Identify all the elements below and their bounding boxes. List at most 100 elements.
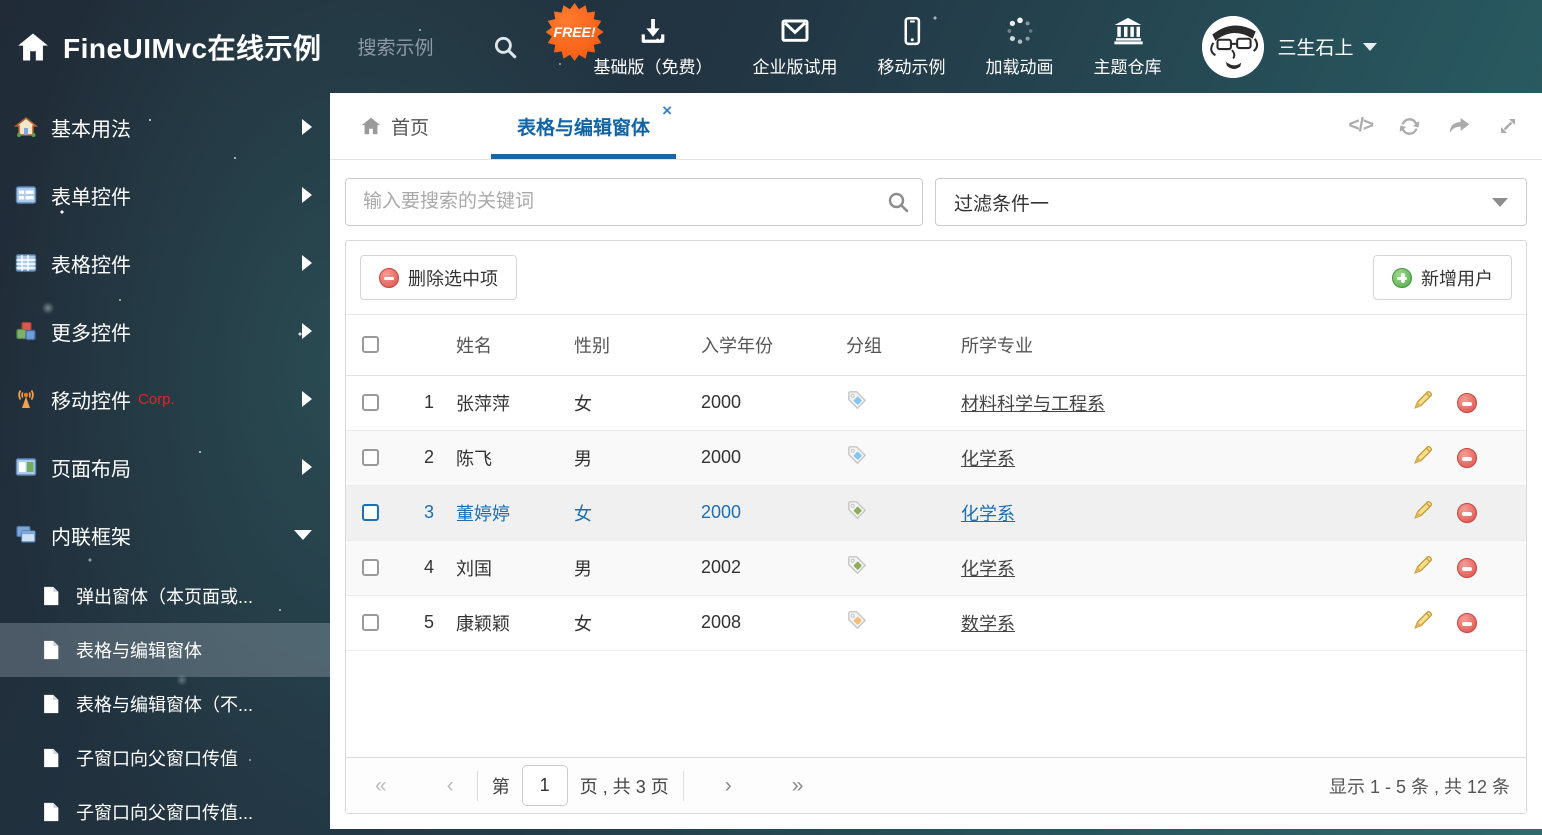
sidebar-item-page-layout[interactable]: 页面布局 [0, 433, 330, 501]
nav-item-enterprise-trial[interactable]: 企业版试用 [753, 15, 838, 78]
col-header-name: 姓名 [456, 315, 574, 376]
grid-panel: 删除选中项 新增用户 姓名 性别 入学年份 分组 所学专业 1 张萍萍 女 20… [345, 240, 1527, 814]
app-logo[interactable]: FineUIMvc在线示例 [16, 27, 322, 67]
view-source-button[interactable]: </> [1349, 115, 1375, 137]
table-row[interactable]: 4 刘国 男 2002 化学系 [346, 540, 1526, 596]
sidebar-item-inline-frame[interactable]: 内联框架 [0, 501, 330, 569]
tag-icon [848, 501, 867, 520]
search-icon[interactable] [492, 34, 518, 60]
edit-row-button[interactable] [1412, 389, 1434, 416]
top-header: FineUIMvc在线示例 搜索示例 FREE! 基础版（免费） 企业版试用 移… [0, 0, 1542, 93]
delete-row-button[interactable] [1457, 613, 1477, 634]
user-avatar[interactable] [1201, 15, 1264, 78]
last-page-button[interactable]: » [779, 774, 817, 798]
tab-home[interactable]: 首页 [360, 93, 429, 159]
search-icon[interactable] [886, 190, 910, 214]
pencil-icon [1414, 500, 1433, 519]
major-link[interactable]: 材料科学与工程系 [961, 394, 1105, 414]
sidebar-item-grid-controls[interactable]: 表格控件 [0, 229, 330, 297]
cell-name: 陈飞 [456, 430, 574, 486]
home-icon [14, 116, 38, 137]
row-checkbox[interactable] [362, 559, 379, 576]
cell-gender: 女 [574, 375, 701, 431]
refresh-button[interactable] [1397, 114, 1422, 139]
nav-item-basic-edition[interactable]: FREE! 基础版（免费） [545, 3, 713, 78]
envelope-icon [781, 19, 809, 42]
delete-row-button[interactable] [1457, 558, 1477, 579]
antenna-icon [18, 389, 34, 408]
delete-row-button[interactable] [1457, 503, 1477, 524]
row-checkbox[interactable] [362, 449, 379, 466]
select-all-checkbox[interactable] [362, 336, 379, 354]
tab-home-label: 首页 [391, 117, 430, 139]
sidebar-subitem-child-to-parent[interactable]: 子窗口向父窗口传值 [0, 731, 330, 785]
major-link[interactable]: 化学系 [961, 504, 1015, 524]
filter-dropdown[interactable]: 过滤条件一 [935, 178, 1527, 226]
tab-grid-edit-window[interactable]: 表格与编辑窗体 × [491, 93, 677, 159]
row-number: 5 [398, 595, 456, 651]
header-search[interactable]: 搜索示例 [358, 33, 518, 60]
row-checkbox[interactable] [362, 504, 379, 521]
tag-icon [848, 556, 867, 575]
cell-name: 张萍萍 [456, 375, 574, 431]
cell-gender: 男 [574, 540, 701, 596]
cell-year: 2000 [701, 430, 846, 486]
edit-row-button[interactable] [1412, 499, 1434, 526]
chevron-right-icon [302, 255, 312, 271]
sidebar: 基本用法 表单控件 表格控件 更多控件 移动控件 Corp. 页面布局 内联框架… [0, 93, 330, 835]
sidebar-item-label: 表格控件 [51, 254, 131, 277]
nav-item-loading-animation[interactable]: 加载动画 [986, 15, 1054, 78]
table-row[interactable]: 1 张萍萍 女 2000 材料科学与工程系 [346, 375, 1526, 431]
keyword-search-input[interactable] [345, 178, 923, 226]
delete-row-button[interactable] [1457, 448, 1477, 469]
open-new-window-button[interactable] [1446, 113, 1472, 139]
plus-circle-icon [1392, 267, 1412, 288]
cell-gender: 女 [574, 595, 701, 651]
sidebar-item-mobile-controls[interactable]: 移动控件 Corp. [0, 365, 330, 433]
major-link[interactable]: 数学系 [961, 614, 1015, 634]
page-label-prefix: 第 [491, 776, 510, 797]
sidebar-subitem-grid-edit-window-2[interactable]: 表格与编辑窗体（不... [0, 677, 330, 731]
page-number-input[interactable] [521, 765, 568, 806]
sidebar-item-label: 页面布局 [51, 458, 131, 481]
download-icon [641, 19, 665, 43]
sidebar-subitem-grid-edit-window[interactable]: 表格与编辑窗体 [0, 623, 330, 677]
edit-row-button[interactable] [1412, 609, 1434, 636]
file-icon [44, 586, 59, 606]
major-link[interactable]: 化学系 [961, 449, 1015, 469]
add-user-button[interactable]: 新增用户 [1373, 255, 1512, 300]
row-checkbox[interactable] [362, 614, 379, 631]
tag-icon [848, 611, 867, 630]
delete-row-button[interactable] [1457, 393, 1477, 414]
nav-item-theme-repo[interactable]: 主题仓库 [1094, 15, 1162, 78]
fullscreen-button[interactable] [1496, 114, 1520, 138]
sidebar-subitem-popup-window[interactable]: 弹出窗体（本页面或... [0, 569, 330, 623]
major-link[interactable]: 化学系 [961, 559, 1015, 579]
filter-dropdown-value: 过滤条件一 [954, 193, 1050, 215]
nav-item-mobile-demo[interactable]: 移动示例 [878, 15, 946, 78]
sidebar-subitem-label: 子窗口向父窗口传值 [76, 749, 238, 769]
edit-row-button[interactable] [1412, 444, 1434, 471]
user-menu[interactable]: 三生石上 [1278, 33, 1377, 60]
free-badge: FREE! [545, 3, 604, 61]
table-row[interactable]: 2 陈飞 男 2000 化学系 [346, 430, 1526, 486]
close-icon[interactable]: × [662, 102, 672, 119]
col-header-group: 分组 [846, 315, 961, 376]
table-row-selected[interactable]: 3 董婷婷 女 2000 化学系 [346, 485, 1526, 541]
sidebar-item-form-controls[interactable]: 表单控件 [0, 161, 330, 229]
first-page-button[interactable]: « [362, 774, 400, 798]
sidebar-item-more-controls[interactable]: 更多控件 [0, 297, 330, 365]
sidebar-subitem-label: 表格与编辑窗体 [76, 641, 202, 661]
delete-selected-button[interactable]: 删除选中项 [360, 255, 517, 300]
row-checkbox[interactable] [362, 394, 379, 411]
next-page-button[interactable]: › [712, 774, 745, 798]
sidebar-subitem-child-to-parent-2[interactable]: 子窗口向父窗口传值... [0, 785, 330, 835]
row-number: 2 [398, 430, 456, 486]
table-row[interactable]: 5 康颖颖 女 2008 数学系 [346, 595, 1526, 651]
prev-page-button[interactable]: ‹ [434, 774, 467, 798]
sidebar-item-basic-usage[interactable]: 基本用法 [0, 93, 330, 161]
edit-row-button[interactable] [1412, 554, 1434, 581]
pencil-icon [1414, 445, 1433, 464]
chevron-down-icon [1362, 42, 1377, 51]
cell-gender: 男 [574, 430, 701, 486]
